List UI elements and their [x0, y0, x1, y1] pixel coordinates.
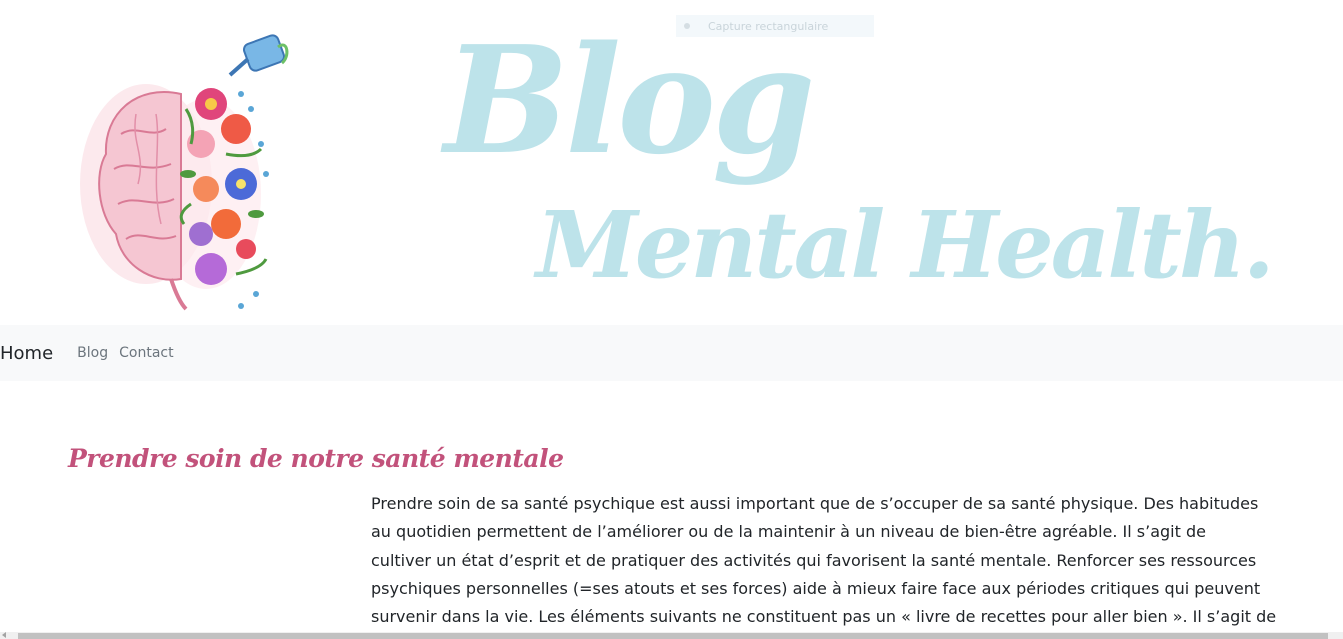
post-title: Prendre soin de notre santé mentale	[68, 444, 564, 473]
nav-home-link[interactable]: Home	[0, 343, 53, 364]
brain-flowers-logo-icon	[80, 34, 289, 311]
horizontal-scrollbar[interactable]	[0, 632, 1343, 639]
nav-blog-link[interactable]: Blog	[77, 345, 108, 361]
post-body-line: au quotidien permettent de l’améliorer o…	[371, 522, 1206, 542]
scrollbar-thumb[interactable]	[18, 633, 1328, 639]
nav-contact-link[interactable]: Contact	[119, 345, 173, 361]
page: Blog Mental Health. Capture rectangulair…	[0, 0, 1343, 639]
site-header: Blog Mental Health. Capture rectangulair…	[0, 0, 1343, 325]
post-body-line: cultiver un état d’esprit et de pratique…	[371, 550, 1257, 570]
post-body-line: psychiques personnelles (=ses atouts et …	[371, 578, 1261, 598]
post-body-line: survenir dans la vie. Les éléments suiva…	[371, 607, 1277, 627]
navbar: Home Blog Contact	[0, 325, 1343, 381]
capture-icon	[684, 23, 690, 29]
post-body: Prendre soin de sa santé psychique est a…	[371, 490, 1291, 631]
blog-title-line2: Mental Health.	[536, 191, 1275, 299]
capture-tooltip[interactable]: Capture rectangulaire	[676, 15, 874, 37]
capture-label: Capture rectangulaire	[708, 19, 829, 33]
scroll-left-icon[interactable]	[2, 632, 6, 638]
post-body-line: Prendre soin de sa santé psychique est a…	[371, 494, 1259, 513]
